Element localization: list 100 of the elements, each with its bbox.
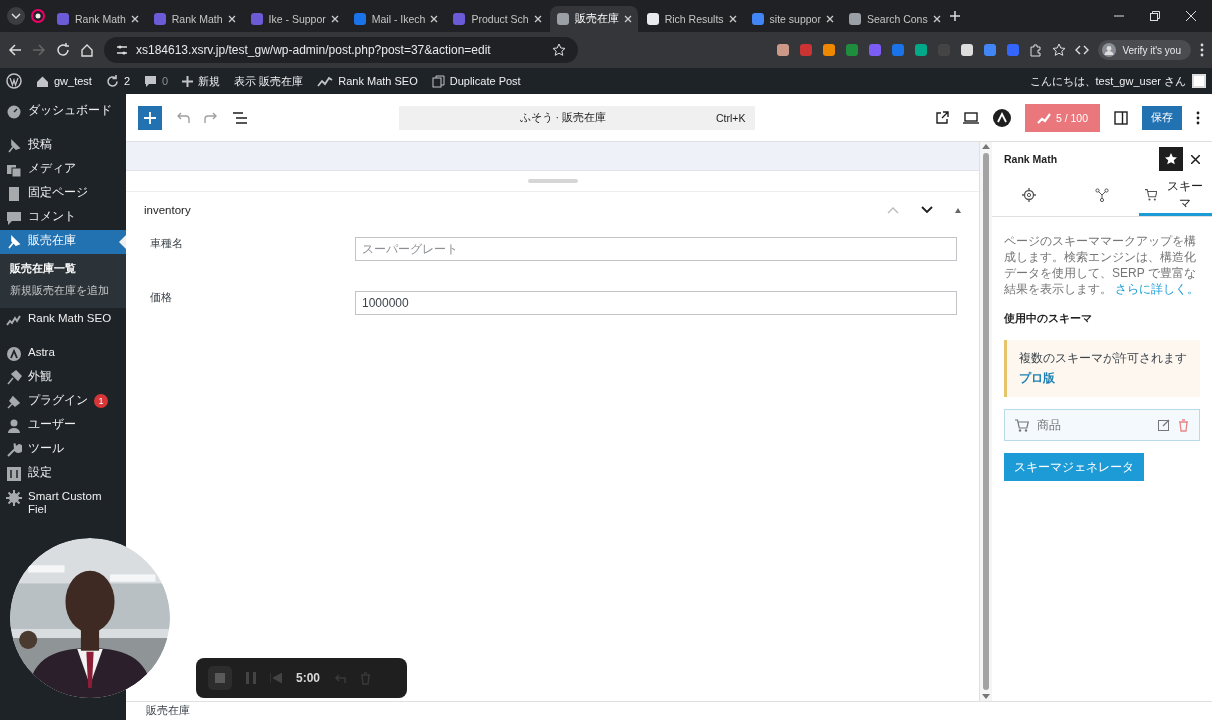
sidebar-item[interactable]: プラグイン 1	[0, 390, 126, 414]
sidebar-item[interactable]: 販売在庫	[0, 230, 126, 254]
collapse-icon[interactable]	[955, 207, 961, 213]
edit-icon[interactable]	[1158, 419, 1170, 431]
sidebar-item[interactable]: 外観	[0, 366, 126, 390]
view-link[interactable]: 表示 販売在庫	[234, 73, 304, 89]
restore-icon[interactable]	[1150, 11, 1160, 21]
schema-item[interactable]: 商品	[1004, 409, 1200, 441]
reload-icon[interactable]	[56, 43, 70, 57]
tab-search-icon[interactable]	[6, 6, 26, 26]
site-link[interactable]: gw_test	[36, 74, 92, 88]
browser-tab[interactable]: Product Sch	[446, 6, 548, 32]
sidebar-item[interactable]: ダッシュボード	[0, 100, 126, 124]
sidebar-item[interactable]: Rank Math SEO	[0, 308, 126, 332]
tab-title: Rich Results	[664, 13, 724, 25]
address-bar[interactable]: xs184613.xsrv.jp/test_gw/wp-admin/post.php?post=37&action=edit	[104, 37, 578, 63]
pro-version-link[interactable]: プロ版	[1019, 370, 1188, 387]
sidebar-item[interactable]: Smart Custom Fiel	[0, 486, 126, 520]
list-view-icon[interactable]	[232, 111, 248, 124]
browser-tab[interactable]: Mail - Ikech	[346, 6, 445, 32]
favicon-icon	[56, 12, 70, 26]
astra-logo-icon[interactable]	[992, 108, 1011, 127]
add-block-button[interactable]	[138, 105, 162, 130]
save-button[interactable]: 保存	[1142, 105, 1182, 130]
astra-logo-icon	[6, 346, 22, 362]
site-info-icon	[116, 44, 128, 56]
panel-tab[interactable]: スキーマ	[1138, 176, 1212, 216]
command-bar[interactable]: ふそう · 販売在庫 Ctrl+K	[399, 105, 756, 130]
close-icon[interactable]	[1191, 154, 1200, 164]
external-link-icon[interactable]	[934, 110, 949, 125]
gear-icon	[6, 490, 22, 506]
rank-math-link[interactable]: Rank Math SEO	[317, 75, 418, 87]
browser-tab[interactable]: Ike - Suppor	[243, 6, 345, 32]
cart-icon	[1015, 418, 1029, 432]
favicon-icon	[352, 12, 367, 26]
browser-tab[interactable]: Rank Math	[146, 6, 242, 32]
account-menu[interactable]: こんにちは、test_gw_user さん	[1029, 73, 1206, 89]
sidebar-item[interactable]: ユーザー	[0, 414, 126, 438]
favicon-icon	[645, 12, 660, 26]
extension-icon[interactable]	[914, 43, 929, 57]
submenu-item[interactable]: 新規販売在庫を追加	[0, 280, 126, 302]
star-icon[interactable]	[1052, 43, 1067, 57]
sidebar-item[interactable]: 投稿	[0, 134, 126, 158]
code-icon[interactable]	[1075, 43, 1090, 57]
duplicate-post-link[interactable]: Duplicate Post	[431, 74, 521, 88]
wordpress-logo-icon[interactable]	[6, 73, 22, 89]
bookmark-star-icon[interactable]	[552, 43, 566, 57]
record-icon[interactable]	[28, 6, 48, 26]
pin-button[interactable]	[1159, 147, 1183, 171]
favicon-icon	[452, 12, 467, 26]
extension-icon[interactable]	[822, 43, 837, 57]
tab-title: Search Cons	[866, 13, 928, 25]
new-link[interactable]: 新規	[182, 73, 221, 89]
breadcrumb[interactable]: 販売在庫	[126, 701, 1212, 720]
browser-tab[interactable]: site suppor	[744, 6, 840, 32]
profile-button[interactable]: Verify it's you	[1098, 40, 1191, 60]
sidebar-item[interactable]: 設定	[0, 462, 126, 486]
sidebar-toggle-icon[interactable]	[1114, 110, 1128, 125]
sidebar-item[interactable]: Astra	[0, 342, 126, 366]
more-icon[interactable]	[1196, 110, 1200, 125]
sidebar-item[interactable]: ツール	[0, 438, 126, 462]
favicon-icon	[750, 12, 765, 26]
tab-title: Rank Math	[171, 13, 223, 25]
laptop-icon[interactable]	[962, 111, 979, 124]
sidebar-item[interactable]: コメント	[0, 206, 126, 230]
submenu-item[interactable]: 販売在庫一覧	[0, 258, 126, 280]
browser-tab[interactable]: Search Cons	[841, 6, 947, 32]
sidebar-item[interactable]: メディア	[0, 158, 126, 182]
back-icon[interactable]	[8, 43, 22, 57]
count-badge: 1	[94, 394, 108, 408]
restart-icon[interactable]	[270, 673, 282, 683]
user-icon	[6, 418, 22, 434]
redo-icon[interactable]	[204, 111, 218, 124]
schema-name: 商品	[1037, 416, 1061, 434]
updates-link[interactable]: 2	[105, 74, 131, 88]
more-icon[interactable]	[1200, 43, 1204, 57]
extension-icon[interactable]	[776, 43, 791, 57]
drag-handle-icon[interactable]	[527, 179, 578, 183]
home-icon	[36, 74, 49, 88]
browser-tab[interactable]: 販売在庫	[549, 6, 638, 32]
notice-text: 複数のスキーマが許可されます	[1019, 350, 1188, 367]
undo-icon[interactable]	[176, 111, 190, 124]
browser-tab[interactable]: Rank Math	[50, 6, 145, 32]
recording-timer: 5:00	[296, 671, 321, 685]
scroll-up-icon[interactable]	[982, 144, 990, 149]
page-icon	[6, 186, 22, 202]
sidebar-item[interactable]: 固定ページ	[0, 182, 126, 206]
comments-link[interactable]: 0	[144, 74, 169, 88]
extension-icon[interactable]	[960, 43, 975, 57]
browser-tab[interactable]: Rich Results	[639, 6, 743, 32]
panel-title: Rank Math	[1004, 153, 1058, 165]
scrollbar-thumb[interactable]	[983, 153, 989, 690]
puzzle-icon[interactable]	[1029, 43, 1044, 57]
scroll-down-icon[interactable]	[982, 694, 990, 699]
new-tab-icon[interactable]	[948, 10, 961, 22]
input-field[interactable]: 1000000	[355, 291, 957, 315]
move-down-icon[interactable]	[921, 206, 933, 214]
home-icon[interactable]	[80, 43, 94, 57]
favicon-icon	[152, 12, 167, 26]
stop-button[interactable]	[208, 666, 232, 690]
